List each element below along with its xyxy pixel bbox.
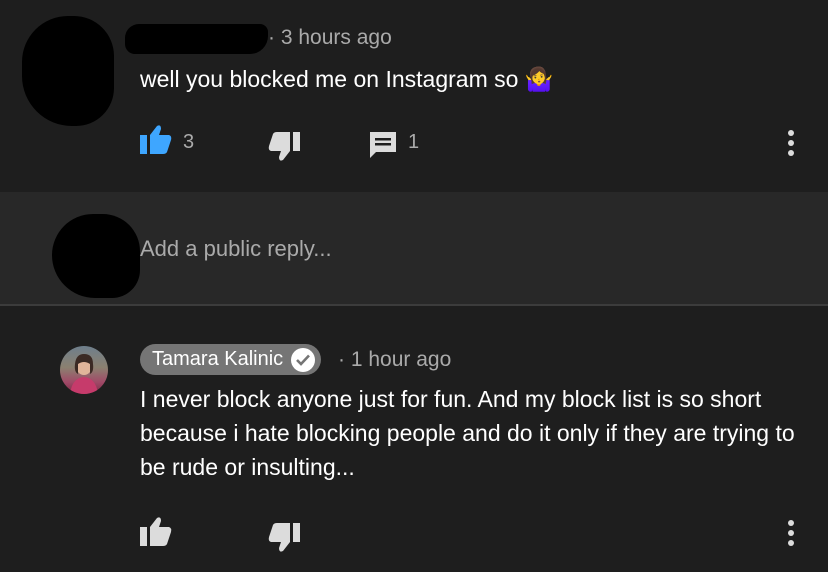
thumbs-up-icon[interactable] <box>140 516 172 546</box>
reply-count: 1 <box>408 131 420 153</box>
reply-text: I never block anyone just for fun. And m… <box>140 386 795 480</box>
redacted-avatar <box>22 16 114 126</box>
more-vertical-icon[interactable] <box>787 130 795 160</box>
comment-thread-item: · 3 hours ago well you blocked me on Ins… <box>0 0 828 192</box>
like-count: 3 <box>183 131 195 153</box>
avatar-photo <box>70 354 98 394</box>
redacted-avatar <box>52 214 140 298</box>
reply-composer: Add a public reply... <box>0 192 828 304</box>
more-vertical-icon[interactable] <box>787 520 795 550</box>
reply-thread-item: Tamara Kalinic · 1 hour ago I never bloc… <box>0 306 828 572</box>
author-name: Tamara Kalinic <box>152 348 284 370</box>
thumbs-down-icon[interactable] <box>268 132 300 162</box>
redacted-username <box>125 24 268 54</box>
author-name-badge[interactable]: Tamara Kalinic <box>140 344 322 375</box>
thumbs-up-icon[interactable] <box>140 124 172 154</box>
comment-timestamp: · 3 hours ago <box>268 26 392 49</box>
check-circle-icon <box>291 347 316 372</box>
comment-icon[interactable] <box>368 130 398 160</box>
avatar[interactable] <box>60 346 108 394</box>
reply-input[interactable]: Add a public reply... <box>140 236 740 262</box>
comment-text: well you blocked me on Instagram so 🤷‍♀️ <box>140 66 554 92</box>
thumbs-down-icon[interactable] <box>268 523 300 553</box>
reply-timestamp: · 1 hour ago <box>338 348 452 371</box>
